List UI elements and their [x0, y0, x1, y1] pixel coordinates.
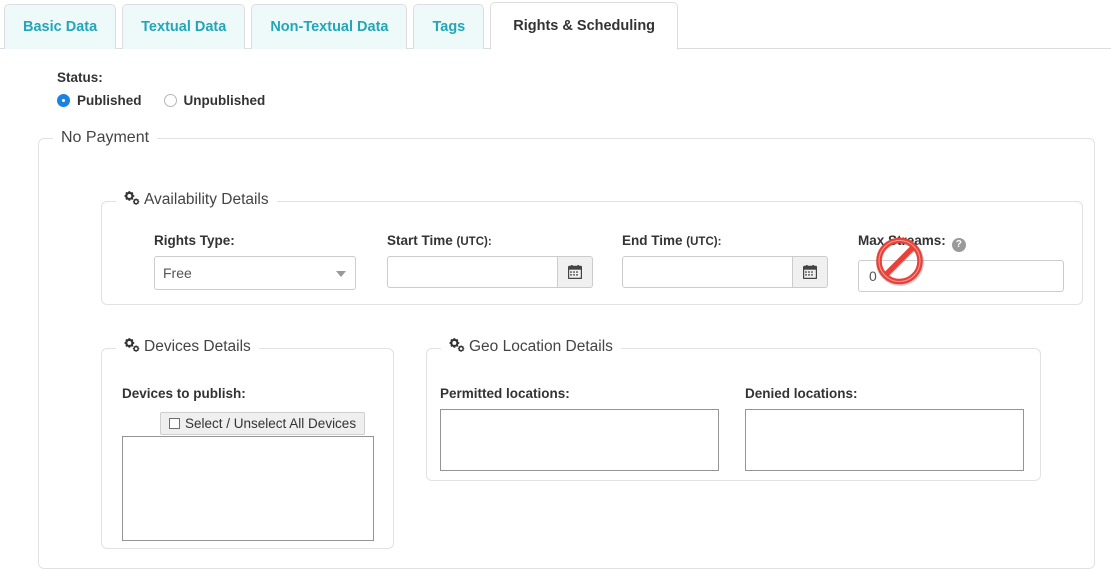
select-unselect-all-devices-label: Select / Unselect All Devices [185, 416, 357, 431]
checkbox-icon[interactable] [169, 418, 180, 429]
tab-textual-data[interactable]: Textual Data [122, 4, 246, 49]
start-time-unit: (UTC): [456, 236, 492, 248]
denied-locations-listbox[interactable] [745, 409, 1024, 471]
status-label: Status: [57, 70, 103, 85]
rights-type-field: Rights Type: Free [154, 233, 356, 290]
devices-details-legend: Devices Details [116, 338, 259, 358]
denied-locations-label: Denied locations: [745, 386, 858, 401]
start-time-input[interactable] [387, 256, 558, 288]
end-time-unit: (UTC): [686, 236, 722, 248]
tab-label: Basic Data [23, 19, 98, 35]
devices-listbox[interactable] [122, 436, 374, 541]
tab-rights-and-scheduling[interactable]: Rights & Scheduling [490, 2, 679, 50]
start-time-control [387, 256, 593, 288]
devices-to-publish-label: Devices to publish: [122, 386, 246, 401]
radio-label-unpublished: Unpublished [183, 93, 266, 108]
max-streams-input[interactable] [858, 259, 1064, 292]
start-time-label-text: Start Time [387, 233, 453, 248]
radio-unpublished[interactable]: Unpublished [163, 93, 266, 108]
rights-type-select-wrap: Free [154, 256, 356, 290]
start-time-field: Start Time (UTC): [387, 233, 593, 288]
max-streams-label: Max Streams:? [858, 233, 1064, 252]
geo-location-details-fieldset: Geo Location Details Permitted locations… [426, 338, 1041, 481]
permitted-locations-field: Permitted locations: [440, 386, 719, 471]
tab-label: Tags [432, 19, 466, 35]
permitted-locations-listbox[interactable] [440, 409, 719, 471]
availability-details-legend: Availability Details [116, 191, 277, 211]
radio-indicator-published[interactable] [57, 94, 70, 107]
end-time-label: End Time (UTC): [622, 233, 828, 248]
permitted-locations-label: Permitted locations: [440, 386, 570, 401]
start-time-calendar-button[interactable] [558, 256, 593, 288]
tab-non-textual-data[interactable]: Non-Textual Data [251, 4, 408, 49]
end-time-calendar-button[interactable] [793, 256, 828, 288]
no-payment-fieldset: No Payment Availability Details Rights T… [38, 129, 1095, 569]
calendar-icon [803, 265, 817, 279]
end-time-label-text: End Time [622, 233, 683, 248]
radio-indicator-unpublished[interactable] [163, 94, 177, 107]
no-payment-legend: No Payment [61, 129, 150, 146]
cogs-icon [124, 338, 140, 358]
devices-details-legend-text: Devices Details [144, 338, 251, 355]
availability-details-fieldset: Availability Details Rights Type: Free S… [101, 191, 1083, 305]
status-section: Status: Published Unpublished [57, 70, 287, 108]
select-unselect-all-devices-button[interactable]: Select / Unselect All Devices [160, 412, 366, 435]
start-time-label: Start Time (UTC): [387, 233, 593, 248]
denied-locations-field: Denied locations: [745, 386, 1024, 471]
end-time-input[interactable] [622, 256, 793, 288]
calendar-icon [568, 265, 582, 279]
tab-label: Textual Data [141, 19, 227, 35]
tab-label: Rights & Scheduling [513, 18, 656, 34]
end-time-control [622, 256, 828, 288]
help-icon-glyph: ? [955, 239, 962, 250]
tab-tags[interactable]: Tags [413, 4, 485, 49]
tab-basic-data[interactable]: Basic Data [4, 4, 117, 49]
status-radio-group: Published Unpublished [57, 93, 287, 108]
end-time-field: End Time (UTC): [622, 233, 828, 288]
rights-type-select[interactable]: Free [154, 256, 356, 290]
devices-details-fieldset: Devices Details Devices to publish: Sele… [101, 338, 394, 549]
max-streams-label-text: Max Streams: [858, 233, 946, 248]
tab-label: Non-Textual Data [270, 19, 389, 35]
cogs-icon [124, 191, 140, 211]
rights-type-label: Rights Type: [154, 233, 235, 248]
radio-label-published: Published [77, 93, 142, 108]
geo-location-details-legend-text: Geo Location Details [469, 338, 613, 355]
help-circle-icon[interactable]: ? [951, 237, 966, 252]
tab-bar: Basic Data Textual Data Non-Textual Data… [0, 0, 1111, 50]
cogs-icon [449, 338, 465, 358]
geo-location-details-legend: Geo Location Details [441, 338, 621, 358]
radio-published[interactable]: Published [57, 93, 142, 108]
tab-strip: Basic Data Textual Data Non-Textual Data… [4, 2, 684, 50]
availability-details-legend-text: Availability Details [144, 191, 269, 208]
max-streams-field: Max Streams:? [858, 233, 1064, 292]
